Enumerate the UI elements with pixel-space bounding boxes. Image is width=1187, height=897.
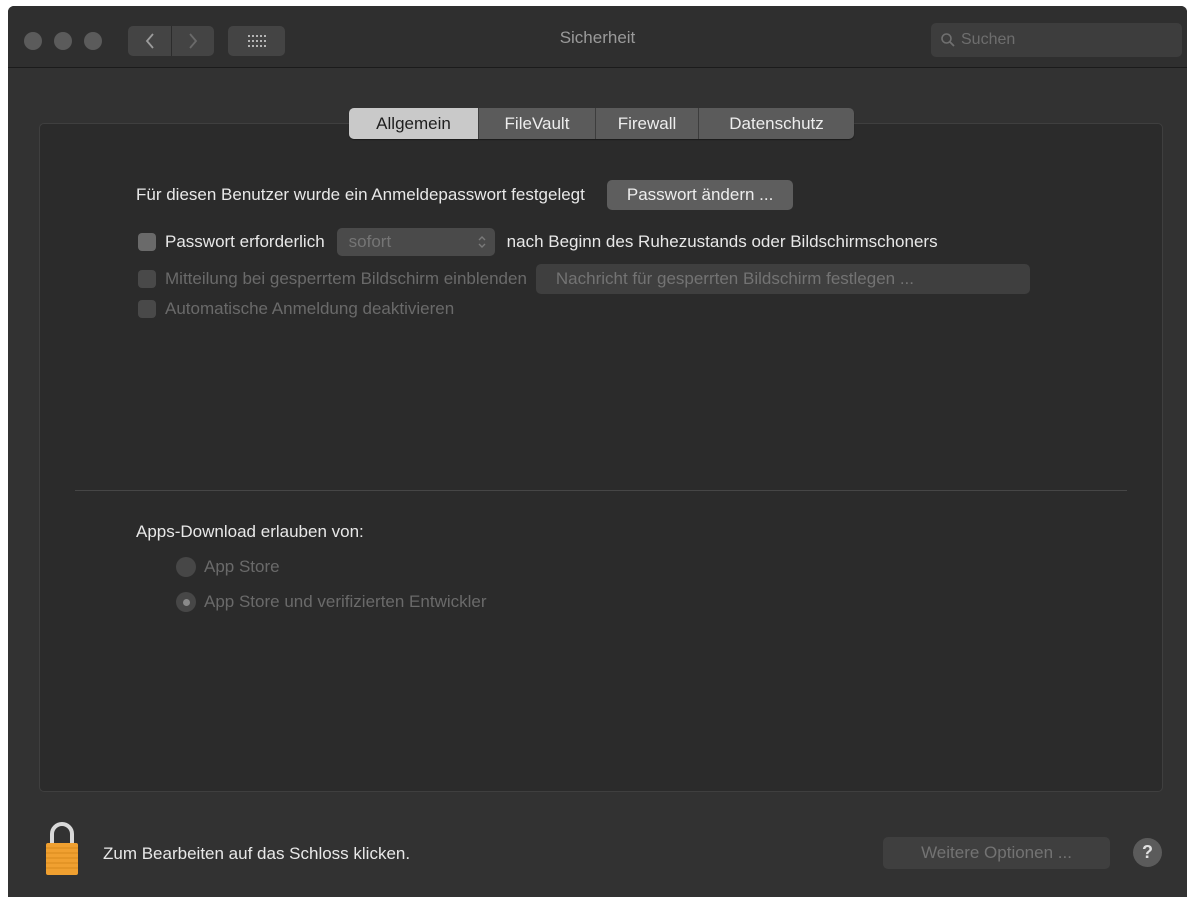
password-set-row: Für diesen Benutzer wurde ein Anmeldepas… [136,180,794,210]
preferences-window: Sicherheit Allgemein FileVault Firewall … [8,6,1187,897]
lock-message-row: Mitteilung bei gesperrtem Bildschirm ein… [138,264,1030,294]
require-password-checkbox[interactable] [138,233,156,251]
lock-message-label: Mitteilung bei gesperrtem Bildschirm ein… [165,269,527,288]
disable-autologin-checkbox[interactable] [138,300,156,318]
lock-instruction-text: Zum Bearbeiten auf das Schloss klicken. [103,844,411,863]
require-password-delay-value: sofort [348,232,392,251]
require-password-delay-select[interactable]: sofort [336,228,495,256]
search-input[interactable] [961,31,1161,49]
require-password-row: Passwort erforderlich sofort nach Beginn… [138,228,938,256]
section-divider [75,490,1127,491]
radio-app-store-developers-label: App Store und verifizierten Entwickler [204,592,487,611]
radio-selected-dot [182,598,190,606]
content-panel [39,123,1163,792]
password-set-text: Für diesen Benutzer wurde ein Anmeldepas… [136,185,585,204]
more-options-button[interactable]: Weitere Optionen ... [883,837,1110,869]
disable-autologin-row: Automatische Anmeldung deaktivieren [138,299,454,319]
lock-message-checkbox[interactable] [138,270,156,288]
search-field[interactable] [931,23,1182,57]
change-password-button[interactable]: Passwort ändern ... [606,180,794,210]
apps-download-heading: Apps-Download erlauben von: [136,522,364,541]
tab-firewall[interactable]: Firewall [595,108,698,139]
tab-datenschutz[interactable]: Datenschutz [698,108,854,139]
require-password-label: Passwort erforderlich [165,232,325,251]
titlebar: Sicherheit [8,6,1187,68]
tab-filevault[interactable]: FileVault [478,108,595,139]
radio-app-store-developers[interactable] [176,592,196,612]
help-button[interactable]: ? [1133,838,1162,867]
search-icon [941,33,955,47]
lock-message-button[interactable]: Nachricht für gesperrten Bildschirm fest… [535,264,1030,294]
chevron-updown-icon [478,236,486,248]
tab-allgemein[interactable]: Allgemein [349,108,478,139]
radio-app-store-row: App Store [176,557,280,577]
tab-bar: Allgemein FileVault Firewall Datenschutz [349,108,854,139]
radio-app-store-label: App Store [204,557,280,576]
radio-app-store-developers-row: App Store und verifizierten Entwickler [176,592,487,612]
radio-app-store[interactable] [176,557,196,577]
require-password-suffix: nach Beginn des Ruhezustands oder Bildsc… [506,232,938,251]
disable-autologin-label: Automatische Anmeldung deaktivieren [165,299,455,318]
apps-download-heading-row: Apps-Download erlauben von: [136,522,364,542]
lock-icon [46,822,78,875]
lock-button[interactable] [44,818,80,881]
